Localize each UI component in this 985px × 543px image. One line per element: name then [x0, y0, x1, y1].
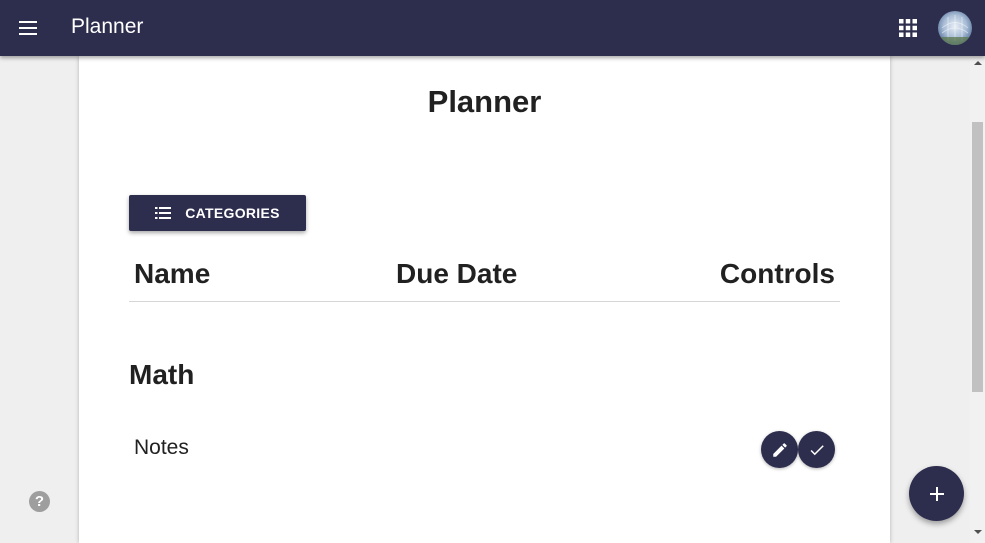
- edit-icon: [772, 442, 787, 457]
- categories-button-label: CATEGORIES: [185, 205, 280, 221]
- menu-button[interactable]: [8, 8, 48, 48]
- complete-button[interactable]: [798, 431, 835, 468]
- add-button[interactable]: [909, 466, 964, 521]
- list-icon: [155, 207, 172, 219]
- scrollbar[interactable]: [970, 56, 985, 543]
- add-icon: [929, 486, 944, 501]
- scrollbar-thumb[interactable]: [972, 122, 983, 392]
- avatar-image: [938, 15, 972, 45]
- scroll-up-arrow[interactable]: [970, 60, 985, 70]
- scroll-down-arrow[interactable]: [970, 529, 985, 539]
- apps-button[interactable]: [890, 10, 926, 46]
- table-header: Name Due Date Controls: [129, 254, 840, 302]
- edit-button[interactable]: [761, 431, 798, 468]
- page-title: Planner: [427, 84, 542, 119]
- menu-icon: [19, 21, 37, 35]
- categories-button[interactable]: CATEGORIES: [129, 195, 306, 231]
- column-header-name: Name: [134, 258, 211, 289]
- column-header-due-date: Due Date: [396, 258, 518, 289]
- assignment-row: Notes: [129, 424, 840, 474]
- app-title: Planner: [71, 15, 144, 38]
- category-title: Math: [129, 359, 195, 390]
- arrow-down-icon: [973, 530, 982, 534]
- apps-grid-icon: [899, 19, 917, 37]
- user-avatar[interactable]: [938, 11, 972, 45]
- app-bar: Planner: [0, 0, 985, 56]
- arrow-up-icon: [973, 61, 982, 65]
- help-button[interactable]: ?: [29, 491, 50, 512]
- check-icon: [810, 444, 824, 455]
- planner-card: Planner CATEGORIES Name Due Date Control…: [79, 56, 890, 543]
- column-header-controls: Controls: [719, 258, 835, 289]
- assignment-name: Notes: [134, 436, 189, 459]
